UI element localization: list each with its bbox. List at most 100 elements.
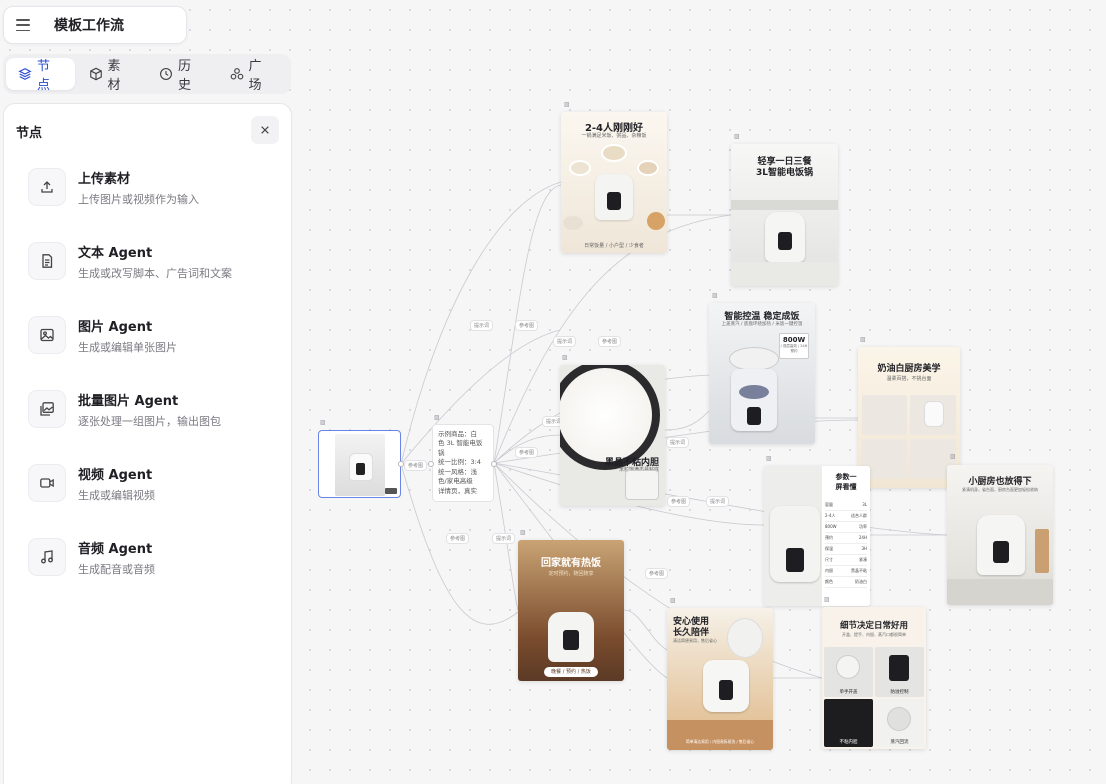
edge-chip[interactable]: 参考图 [515, 320, 539, 331]
spec-key: 保温 [825, 546, 833, 551]
image-card-kitchen-aesthetic[interactable]: 奶油白厨房美学 温柔百搭，不挑台面 [858, 347, 960, 488]
panel-tabs: 节点 素材 历史 广场 [3, 54, 291, 94]
card-node-label: ▨ [734, 133, 740, 140]
text-line: 统一比例：3:4 [438, 458, 481, 467]
node-item-name: 图片 Agent [78, 319, 153, 335]
spec-row: 内胆 黑晶不粘 [825, 566, 867, 577]
upload-asset-node[interactable] [318, 430, 401, 498]
close-button[interactable] [251, 116, 279, 144]
edge-chip[interactable]: 参考图 [404, 460, 428, 471]
image-card-safe-use[interactable]: 安心使用 长久陪伴 清洁简便易用，售后省心 简单清洁易用 / 内胆易拆易洗 / … [667, 608, 773, 750]
card-node-label: ▨ [520, 529, 526, 536]
image-card-small-kitchen[interactable]: 小厨房也放得下 紧凑机身，省台面，厨房台面更加轻松收纳 [947, 465, 1053, 605]
edge-chip[interactable]: 参考图 [598, 336, 622, 347]
edge-chip[interactable]: 提示词 [553, 336, 577, 347]
edge-chip[interactable]: 提示词 [706, 496, 730, 507]
text-line: 色 3L 智能电饭 [438, 439, 483, 448]
card-subtitle: 上盖蒸汽 / 底盘环绕加热 / 米饭一键控温 [721, 322, 803, 327]
tab-plaza[interactable]: 广场 [218, 58, 287, 93]
workflow-title: 模板工作流 [54, 18, 124, 34]
node-item-upload[interactable]: 上传素材 上传图片或视频作为输入 [28, 162, 278, 212]
card-node-label: ▨ [562, 354, 568, 361]
edge-chip[interactable]: 参考图 [645, 568, 669, 579]
spec-row: 颜色 奶油白 [825, 577, 867, 588]
node-item-audio-agent[interactable]: 音频 Agent 生成配音或音频 [28, 532, 278, 582]
card-node-label: ▨ [824, 596, 830, 603]
card-node-label: ▨ [860, 336, 866, 343]
cube-icon [89, 67, 103, 81]
spec-row: 预约 24H [825, 533, 867, 544]
spec-key: 内胆 [825, 568, 833, 573]
tab-label: 素材 [107, 59, 121, 93]
image-card-capacity[interactable]: 2-4人刚刚好 一锅满足米饭、粥品、杂粮饭 日常饭量 / 小户型 / 少食者 [561, 112, 667, 253]
spec-value: 3L [862, 502, 867, 507]
text-node-input-port[interactable] [428, 461, 434, 467]
spec-row: 2-4人 适合人群 [825, 511, 867, 522]
upload-node-output-port[interactable] [398, 461, 404, 467]
card-node-label: ▨ [320, 419, 326, 426]
spec-row: 800W 功率 [825, 522, 867, 533]
spec-value: 3H [861, 546, 867, 551]
card-footer: 简单清洁易用 / 内胆易拆易洗 / 售后省心 [685, 739, 755, 744]
tab-label: 节点 [37, 59, 51, 93]
node-item-desc: 逐张处理一组图片，输出图包 [78, 414, 221, 428]
layers-icon [18, 67, 32, 81]
card-subtitle: 清洁简便易用，售后省心 [673, 638, 717, 643]
card-node-label: ▨ [434, 414, 440, 421]
tab-label: 历史 [178, 59, 192, 93]
node-item-desc: 上传图片或视频作为输入 [78, 192, 199, 206]
image-card-details[interactable]: 细节决定日常好用 开盖、提手、内胆、蒸汽口都很简单 单手开盖 防溢控制 不粘内胆… [822, 607, 926, 749]
close-icon [261, 126, 269, 134]
text-agent-node[interactable]: 示例商品：白 色 3L 智能电饭 锅 统一比例：3:4 统一风格：浅 色/家电高… [432, 424, 494, 502]
node-item-name: 批量图片 Agent [78, 393, 179, 409]
tab-history[interactable]: 历史 [147, 58, 216, 93]
node-item-desc: 生成或改写脚本、广告词和文案 [78, 266, 232, 280]
upload-icon [28, 168, 66, 206]
tab-nodes[interactable]: 节点 [6, 58, 75, 93]
edge-chip[interactable]: 参考图 [446, 533, 470, 544]
edge-chip[interactable]: 参考图 [515, 447, 539, 458]
node-item-name: 文本 Agent [78, 245, 153, 261]
music-icon [28, 538, 66, 576]
edge-chip[interactable]: 提示词 [470, 320, 494, 331]
spec-key: 颜色 [825, 579, 833, 584]
detail-cell-label: 单手开盖 [839, 690, 858, 695]
text-line: 锅 [438, 448, 445, 457]
card-footer: 日常饭量 / 小户型 / 少食者 [584, 243, 644, 249]
spec-key: 800W [825, 524, 837, 529]
spec-table: 容量 3L 2-4人 适合人群 800W 功率 预约 24H 保温 3H 尺寸 紧凑 内胆 黑晶不粘颜色 奶… [822, 500, 870, 588]
node-item-text-agent[interactable]: 文本 Agent 生成或改写脚本、广告词和文案 [28, 236, 278, 286]
node-item-name: 音频 Agent [78, 541, 153, 557]
node-item-image-agent[interactable]: 图片 Agent 生成或编辑单张图片 [28, 310, 278, 360]
text-node-output-port[interactable] [491, 461, 497, 467]
card-title-line2: 长久陪伴 [673, 628, 710, 638]
image-card-hot-rice[interactable]: 回家就有热饭 定时预约，随回随享 晚餐 / 预约 / 热饭 [518, 540, 624, 681]
community-icon [230, 67, 244, 81]
text-line: 示例商品：白 [438, 430, 477, 438]
image-card-3l-cooker[interactable]: 轻享一日三餐 3L智能电饭锅 [731, 144, 838, 286]
image-card-specs[interactable]: 参数一 屏看懂 容量 3L 2-4人 适合人群 800W 功率 预约 24H 保温 3H 尺寸 紧凑内… [764, 466, 870, 606]
menu-icon[interactable] [16, 19, 30, 31]
card-node-label: ▨ [564, 101, 570, 108]
card-badge-value: 800W [782, 336, 806, 344]
spec-row: 尺寸 紧凑 [825, 555, 867, 566]
spec-value: 适合人群 [851, 513, 867, 518]
document-icon [28, 242, 66, 280]
card-node-label: ▨ [670, 597, 676, 604]
tab-assets[interactable]: 素材 [77, 58, 146, 93]
edge-chip[interactable]: 提示词 [492, 533, 516, 544]
node-item-video-agent[interactable]: 视频 Agent 生成或编辑视频 [28, 458, 278, 508]
nodes-panel: 节点 上传素材 上传图片或视频作为输入 文本 Agent 生成或改写脚本、广告词… [3, 103, 292, 784]
edge-chip[interactable]: 提示词 [666, 437, 690, 448]
card-subtitle: 紧凑机身，省台面，厨房台面更加轻松收纳 [962, 487, 1038, 492]
spec-key: 容量 [825, 502, 833, 507]
spec-value: 奶油白 [855, 579, 867, 584]
image-card-inner-pot[interactable]: 黑晶不粘内胆 米粒饱满不易粘底 [560, 365, 665, 506]
card-subtitle: 定时预约，随回随享 [548, 571, 594, 577]
image-card-temperature[interactable]: 智能控温 稳定成饭 上盖蒸汽 / 底盘环绕加热 / 米饭一键控温 800W / … [709, 303, 815, 444]
node-item-desc: 生成或编辑单张图片 [78, 340, 177, 354]
spec-key: 预约 [825, 535, 833, 540]
node-item-batch-image-agent[interactable]: 批量图片 Agent 逐张处理一组图片，输出图包 [28, 384, 278, 434]
edge-chip[interactable]: 参考图 [667, 496, 691, 507]
detail-cell-label: 不粘内胆 [839, 740, 858, 745]
